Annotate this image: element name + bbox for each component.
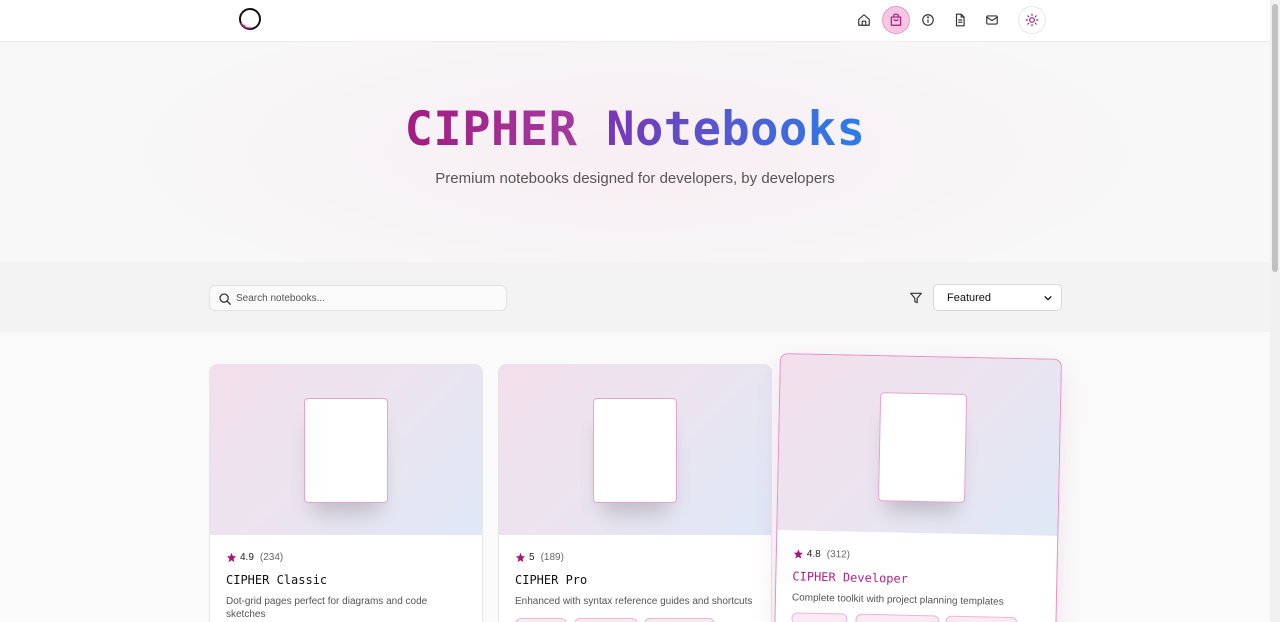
- sun-icon: [1025, 13, 1039, 27]
- title-word-brand: CIPHER: [404, 102, 578, 157]
- review-count: (189): [540, 552, 564, 563]
- search-icon: [219, 293, 231, 305]
- sort-selected-value: Featured: [947, 291, 992, 304]
- star-icon: [515, 552, 526, 563]
- chevron-down-icon: [1044, 295, 1052, 300]
- nav-docs-button[interactable]: [946, 6, 974, 34]
- hero-subtitle: Premium notebooks designed for developer…: [435, 170, 835, 187]
- star-icon: [793, 549, 803, 559]
- product-rating: 5 (189): [515, 552, 564, 563]
- nav-shop-button[interactable]: [882, 6, 910, 34]
- product-description: Enhanced with syntax reference guides an…: [515, 596, 753, 607]
- review-count: (312): [826, 549, 851, 561]
- hero-section: CIPHER Notebooks Premium notebooks desig…: [0, 42, 1270, 262]
- product-description: Complete toolkit with project planning t…: [791, 592, 1004, 608]
- product-tag: [855, 613, 940, 622]
- product-card[interactable]: 4.8 (312) CIPHER Developer Complete tool…: [774, 353, 1062, 622]
- document-icon: [955, 13, 965, 27]
- notebook-illustration: [593, 398, 677, 503]
- product-tag: [574, 618, 638, 622]
- filter-bar: Featured: [0, 262, 1270, 332]
- nav-menu: [850, 6, 1046, 34]
- search-input[interactable]: [236, 286, 502, 310]
- nav-home-button[interactable]: [850, 6, 878, 34]
- nav-contact-button[interactable]: [978, 6, 1006, 34]
- product-rating: 4.8 (312): [793, 548, 851, 561]
- notebook-illustration: [877, 392, 968, 503]
- product-description: Dot-grid pages perfect for diagrams and …: [226, 596, 428, 620]
- product-image-area: [777, 354, 1061, 536]
- product-card[interactable]: 5 (189) CIPHER Pro Enhanced with syntax …: [498, 364, 772, 622]
- mail-icon: [986, 15, 998, 25]
- rating-value: 4.9: [240, 552, 254, 563]
- logo[interactable]: [238, 7, 262, 31]
- product-tag: [945, 615, 1018, 622]
- search-box: [209, 285, 507, 311]
- top-navbar: [0, 0, 1270, 42]
- product-title[interactable]: CIPHER Classic: [226, 573, 327, 587]
- product-tag: [791, 612, 848, 622]
- filter-icon[interactable]: [909, 291, 923, 305]
- product-card[interactable]: 4.9 (234) CIPHER Classic Dot-grid pages …: [209, 364, 483, 622]
- product-title[interactable]: CIPHER Pro: [515, 573, 587, 587]
- star-icon: [226, 552, 237, 563]
- product-title[interactable]: CIPHER Developer: [792, 569, 908, 585]
- info-icon: [922, 14, 934, 26]
- rating-value: 4.8: [806, 548, 821, 560]
- shopping-bag-icon: [890, 13, 902, 26]
- home-icon: [858, 14, 870, 26]
- review-count: (234): [259, 552, 284, 563]
- notebook-illustration: [304, 398, 388, 503]
- page-scrollbar[interactable]: [1270, 0, 1280, 622]
- product-tag: [644, 618, 715, 622]
- scrollbar-thumb[interactable]: [1272, 4, 1278, 272]
- rating-value: 5: [529, 552, 535, 563]
- theme-toggle-button[interactable]: [1018, 6, 1046, 34]
- product-tag: [515, 618, 567, 622]
- product-image-area: [499, 365, 771, 535]
- sort-dropdown[interactable]: Featured: [933, 284, 1062, 311]
- title-word-product: Notebooks: [606, 102, 866, 157]
- page-title: CIPHER Notebooks: [0, 102, 1270, 157]
- product-image-area: [210, 365, 482, 535]
- product-rating: 4.9 (234): [226, 552, 283, 563]
- nav-about-button[interactable]: [914, 6, 942, 34]
